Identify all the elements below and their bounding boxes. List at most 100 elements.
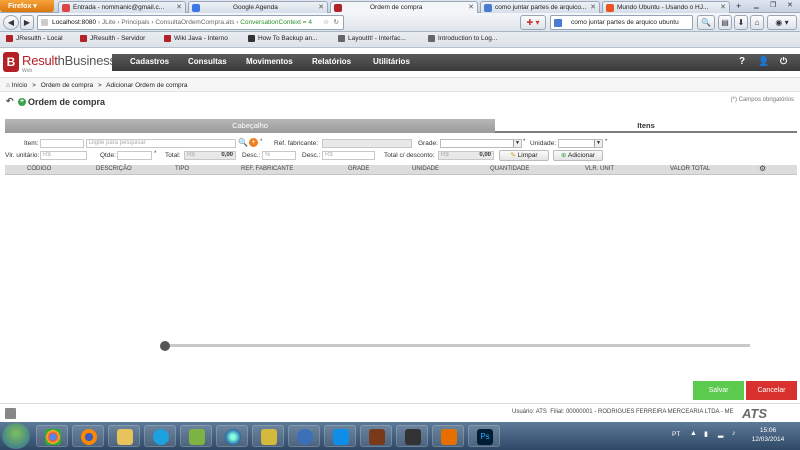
taskbar-terminal[interactable] bbox=[396, 425, 428, 447]
item-search-input[interactable]: Digite para pesquisar bbox=[86, 139, 236, 148]
taskbar-app[interactable] bbox=[252, 425, 284, 447]
close-icon[interactable]: ✕ bbox=[720, 3, 726, 11]
url-bar[interactable]: Localhost:8080 › JLite › Principais › Co… bbox=[37, 15, 344, 30]
addon-button[interactable]: ✚ ▾ bbox=[520, 15, 546, 30]
firefox-menu-button[interactable]: Firefox ▾ bbox=[0, 0, 54, 12]
item-code-input[interactable] bbox=[40, 139, 84, 148]
clear-button[interactable]: ✎ Limpar bbox=[499, 150, 549, 161]
close-window-icon[interactable]: ✕ bbox=[787, 1, 793, 9]
back-arrow-icon[interactable]: ↶ bbox=[6, 96, 14, 107]
tab-itens[interactable]: Itens bbox=[495, 119, 797, 133]
calendar-icon bbox=[192, 4, 200, 12]
taskbar-explorer[interactable] bbox=[108, 425, 140, 447]
browser-tab-search[interactable]: como juntar partes de arquico... ✕ bbox=[480, 1, 600, 13]
breadcrumb-ordem-compra[interactable]: Ordem de compra bbox=[41, 82, 93, 89]
unidade-select[interactable]: ▼ bbox=[558, 139, 603, 148]
power-icon[interactable]: ⏻ bbox=[780, 56, 787, 67]
taskbar-game[interactable] bbox=[360, 425, 392, 447]
app-logo[interactable]: B bbox=[3, 52, 19, 72]
game-icon bbox=[369, 429, 385, 445]
save-button[interactable]: Salvar bbox=[693, 381, 744, 400]
column-grade[interactable]: GRADE bbox=[348, 166, 369, 172]
browser-tab-ubuntu[interactable]: Mundo Ubuntu - Usando o HJ... ✕ bbox=[602, 1, 730, 13]
system-clock[interactable]: 15:06 12/03/2014 bbox=[748, 426, 788, 444]
browser-tab-gmail[interactable]: Entrada - nommanic@gmail.c... ✕ bbox=[58, 1, 186, 13]
column-vlr-unit[interactable]: VLR. UNIT bbox=[585, 166, 614, 172]
column-quantidade[interactable]: QUANTIDADE bbox=[490, 166, 529, 172]
tab-cabecalho[interactable]: Cabeçalho bbox=[5, 119, 495, 133]
taskbar-java[interactable] bbox=[432, 425, 464, 447]
taskbar-thunderbird[interactable] bbox=[288, 425, 320, 447]
taskbar-teamviewer[interactable] bbox=[324, 425, 356, 447]
bookmark-item[interactable]: Wiki Java - Interno bbox=[164, 35, 228, 42]
menu-consultas[interactable]: Consultas bbox=[188, 57, 227, 66]
back-button[interactable]: ◀ bbox=[3, 15, 19, 30]
language-indicator[interactable]: PT bbox=[672, 431, 680, 438]
column-valor-total[interactable]: VALOR TOTAL bbox=[670, 166, 710, 172]
breadcrumb-home[interactable]: Início bbox=[12, 82, 28, 89]
downloads-icon[interactable]: ⬇ bbox=[734, 15, 748, 30]
search-go-icon[interactable]: 🔍 bbox=[697, 15, 715, 30]
ref-fabricante-input[interactable] bbox=[322, 139, 412, 148]
calculator-icon[interactable] bbox=[5, 408, 16, 419]
search-icon[interactable]: 🔍 bbox=[238, 138, 248, 147]
bookmark-item[interactable]: JResulth - Local bbox=[6, 35, 63, 42]
column-unidade[interactable]: UNIDADE bbox=[412, 166, 439, 172]
vlr-unitario-input[interactable]: R$ bbox=[40, 151, 87, 160]
network-icon[interactable]: ▮ bbox=[704, 430, 708, 438]
browser-tab-calendar[interactable]: Google Agenda ✕ bbox=[188, 1, 328, 13]
browser-tab-ordem-compra[interactable]: Ordem de compra ✕ bbox=[330, 1, 478, 13]
total-desconto-label: Total c/ desconto: bbox=[384, 152, 435, 159]
horizontal-scrollbar[interactable] bbox=[165, 344, 750, 347]
gear-icon[interactable]: ⚙ bbox=[759, 164, 766, 173]
taskbar-itunes[interactable] bbox=[216, 425, 248, 447]
new-tab-button[interactable]: + bbox=[736, 1, 741, 11]
add-item-icon[interactable]: + bbox=[249, 138, 258, 147]
extension-icon[interactable]: ◉ ▾ bbox=[767, 15, 797, 30]
close-icon[interactable]: ✕ bbox=[318, 3, 324, 11]
reload-icon[interactable]: ↻ bbox=[334, 16, 339, 29]
cancel-button[interactable]: Cancelar bbox=[746, 381, 797, 400]
grade-select[interactable]: ▼ bbox=[440, 139, 522, 148]
search-input[interactable]: como juntar partes de arquico ubuntu bbox=[550, 15, 693, 30]
home-icon[interactable]: ⌂ bbox=[750, 15, 764, 30]
minimize-icon[interactable]: ▁ bbox=[754, 2, 759, 9]
column-tipo[interactable]: TIPO bbox=[175, 166, 189, 172]
column-descricao[interactable]: DESCRIÇÃO bbox=[96, 166, 132, 172]
bookmarks-menu-icon[interactable]: ▤ bbox=[718, 15, 732, 30]
bookmark-item[interactable]: How To Backup an... bbox=[248, 35, 318, 42]
volume-icon[interactable]: ♪ bbox=[732, 430, 736, 437]
close-icon[interactable]: ✕ bbox=[468, 3, 474, 11]
taskbar-editor[interactable] bbox=[180, 425, 212, 447]
site-identity-icon bbox=[41, 19, 48, 26]
user-label: Usuário: bbox=[512, 409, 535, 415]
bookmark-item[interactable]: LayoutIt! - Interfac... bbox=[338, 35, 406, 42]
start-button[interactable] bbox=[2, 423, 30, 449]
taskbar-firefox[interactable] bbox=[72, 425, 104, 447]
forward-button[interactable]: ▶ bbox=[20, 15, 34, 30]
menu-utilitarios[interactable]: Utilitários bbox=[373, 57, 410, 66]
signal-icon[interactable]: ▂ bbox=[718, 430, 723, 438]
restore-icon[interactable]: ❐ bbox=[770, 1, 776, 9]
menu-relatorios[interactable]: Relatórios bbox=[312, 57, 351, 66]
column-codigo[interactable]: CÓDIGO bbox=[27, 166, 51, 172]
user-icon[interactable]: 👤 bbox=[758, 56, 769, 67]
close-icon[interactable]: ✕ bbox=[590, 3, 596, 11]
bookmark-item[interactable]: JResulth - Servidor bbox=[80, 35, 145, 42]
bookmark-star-icon[interactable]: ☆ bbox=[323, 16, 329, 29]
bookmark-item[interactable]: Introduction to Log... bbox=[428, 35, 497, 42]
desc-pct-input[interactable]: % bbox=[262, 151, 296, 160]
menu-movimentos[interactable]: Movimentos bbox=[246, 57, 293, 66]
tray-expand-icon[interactable]: ▲ bbox=[690, 430, 697, 437]
taskbar-skype[interactable] bbox=[144, 425, 176, 447]
desc-val-input[interactable]: R$ bbox=[322, 151, 375, 160]
taskbar-photoshop[interactable]: Ps bbox=[468, 425, 500, 447]
help-icon[interactable]: ? bbox=[739, 56, 745, 67]
menu-cadastros[interactable]: Cadastros bbox=[130, 57, 169, 66]
column-ref-fabricante[interactable]: REF. FABRICANTE bbox=[241, 166, 293, 172]
close-icon[interactable]: ✕ bbox=[176, 3, 182, 11]
qtde-input[interactable] bbox=[117, 151, 152, 160]
add-button[interactable]: ⊕ Adicionar bbox=[553, 150, 603, 161]
scrollbar-handle[interactable] bbox=[160, 341, 170, 351]
taskbar-chrome[interactable] bbox=[36, 425, 68, 447]
